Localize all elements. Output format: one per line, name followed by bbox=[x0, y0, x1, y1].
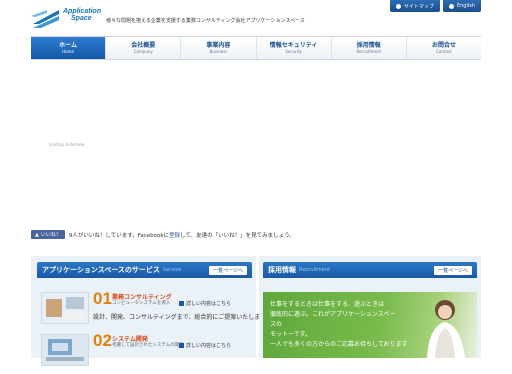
service-thumbnail-image bbox=[41, 292, 89, 324]
services-heading-en: Service bbox=[162, 267, 182, 273]
main-navigation: ホーム Home 会社概要 Company 事業内容 Business 情報セキ… bbox=[31, 36, 481, 60]
nav-label: 情報セキュリティ bbox=[269, 42, 318, 49]
recruitment-line: モットーです。 bbox=[270, 331, 312, 338]
nav-label: お問合せ bbox=[431, 42, 456, 49]
nav-item-security[interactable]: 情報セキュリティ Security bbox=[255, 37, 331, 59]
sitemap-label: サイトマップ bbox=[403, 3, 434, 10]
recruitment-line: 徹底的に遊ぶ。これがアプリケーションスペースの bbox=[270, 311, 396, 328]
facebook-like-row: ▲ いいね！ 9人がいいね！しています。Facebookに登録して、友達の「いい… bbox=[31, 230, 295, 239]
service-subtitle: コンピュータシステムを導入 bbox=[112, 301, 171, 306]
slideshow-loading-text: loading slideshow bbox=[49, 142, 85, 147]
facebook-like-button[interactable]: ▲ いいね！ bbox=[31, 230, 65, 239]
nav-label: 事業内容 bbox=[206, 42, 231, 49]
service-item: 01 業務コンサルティング コンピュータシステムを導入 詳しい内容はこちら 設計… bbox=[41, 289, 272, 332]
thumbs-up-icon: ▲ bbox=[35, 231, 39, 238]
service-detail-link[interactable]: 詳しい内容はこちら bbox=[179, 342, 231, 349]
services-heading: アプリケーションスペースのサービス bbox=[42, 266, 160, 274]
recruitment-message: 仕事をするときは仕事をする、遊ぶときは 徹底的に遊ぶ。これがアプリケーションスペ… bbox=[270, 300, 408, 350]
recruitment-heading: 採用情報 bbox=[268, 266, 296, 274]
hero-slideshow[interactable]: loading slideshow bbox=[31, 62, 481, 222]
service-thumbnail-image bbox=[41, 334, 89, 366]
nav-sublabel: Company bbox=[133, 49, 153, 54]
nav-label: 会社概要 bbox=[131, 42, 156, 49]
logo-mark-icon bbox=[31, 10, 59, 28]
services-heading-bar: アプリケーションスペースのサービス Service 一覧ページへ bbox=[37, 262, 252, 278]
person-photo-image bbox=[427, 300, 465, 358]
nav-sublabel: Security bbox=[285, 49, 302, 54]
home-icon bbox=[395, 3, 401, 9]
company-logo[interactable]: Application Space bbox=[31, 6, 103, 30]
nav-sublabel: Recruitment bbox=[356, 49, 382, 54]
nav-sublabel: Home bbox=[62, 49, 74, 54]
english-label: English bbox=[456, 3, 475, 9]
nav-item-business[interactable]: 事業内容 Business bbox=[180, 37, 255, 59]
globe-icon bbox=[448, 3, 454, 9]
services-list-link[interactable]: 一覧ページへ bbox=[209, 265, 247, 275]
nav-item-company[interactable]: 会社概要 Company bbox=[105, 37, 180, 59]
nav-label: ホーム bbox=[59, 42, 77, 49]
nav-item-recruitment[interactable]: 採用情報 Recruitment bbox=[330, 37, 406, 59]
english-button[interactable]: English bbox=[442, 0, 481, 12]
nav-item-contact[interactable]: お問合せ Contact bbox=[405, 37, 481, 59]
service-description: 設計、開発、コンサルティングまで、総合的にご提案いたします。 bbox=[93, 314, 272, 321]
facebook-register-link[interactable]: 登録 bbox=[169, 233, 180, 239]
recruitment-heading-bar: 採用情報 Recruitment 一覧ページへ bbox=[263, 262, 477, 278]
facebook-like-text: 9人がいいね！しています。Facebookに登録して、友達の「いいね！」を見てみ… bbox=[69, 231, 295, 239]
recruitment-line: 一人でも多くの方からのご応募お待ちしております bbox=[270, 341, 408, 348]
sitemap-button[interactable]: サイトマップ bbox=[389, 0, 440, 12]
logo-line1: Application bbox=[63, 8, 102, 15]
site-tagline: 様々な問題を抱える企業を支援する業務コンサルティング会社アプリケーションスペース bbox=[106, 18, 305, 24]
like-suffix-text: して、友達の「いいね！」を見てみましょう。 bbox=[180, 232, 295, 239]
service-number: 02 bbox=[93, 331, 112, 350]
recruitment-line: 仕事をするときは仕事をする、遊ぶときは bbox=[270, 301, 385, 308]
logo-wordmark: Application Space bbox=[63, 8, 101, 22]
recruitment-heading-en: Recruitment bbox=[299, 267, 330, 273]
service-number: 01 bbox=[93, 289, 112, 308]
service-subtitle: 考慮して設計されたシステムの開発 bbox=[112, 343, 184, 348]
top-utility-links: サイトマップ English bbox=[389, 0, 481, 12]
like-label: いいね！ bbox=[40, 232, 61, 238]
service-item: 02 システム開発 考慮して設計されたシステムの開発 詳しい内容はこちら bbox=[41, 331, 249, 374]
nav-sublabel: Contact bbox=[436, 49, 452, 54]
like-count-text: 9人がいいね！しています。Facebookに bbox=[68, 232, 170, 239]
nav-sublabel: Business bbox=[209, 49, 228, 54]
nav-label: 採用情報 bbox=[356, 42, 381, 49]
service-detail-link[interactable]: 詳しい内容はこちら bbox=[179, 300, 231, 307]
logo-line2: Space bbox=[71, 15, 92, 22]
recruitment-list-link[interactable]: 一覧ページへ bbox=[434, 265, 472, 275]
nav-item-home[interactable]: ホーム Home bbox=[31, 37, 106, 59]
